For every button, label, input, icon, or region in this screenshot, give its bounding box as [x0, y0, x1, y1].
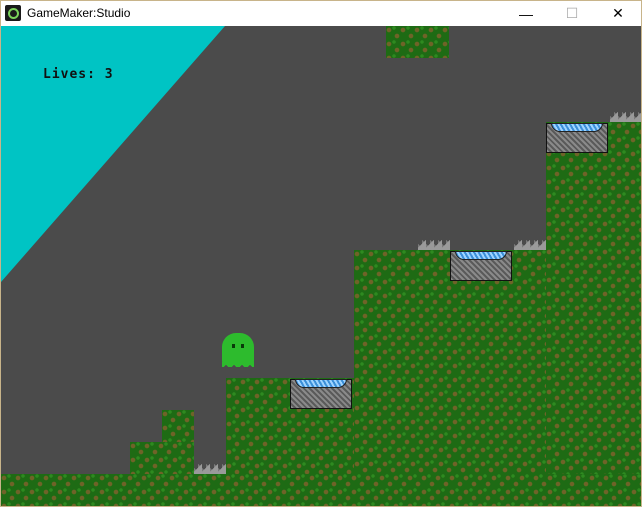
- grass-platform-top: [546, 122, 641, 474]
- grass-block-ceiling: [386, 26, 449, 58]
- maximize-icon: ☐: [565, 5, 579, 21]
- spring-trampoline: [546, 123, 608, 153]
- lives-counter: Lives: 3: [43, 67, 114, 82]
- spring-pad: [295, 379, 347, 388]
- gamemaker-logo-icon: [5, 5, 21, 21]
- spike-hazard: [194, 462, 226, 474]
- spring-pad: [551, 123, 603, 132]
- spike-hazard: [610, 110, 641, 122]
- minimize-button[interactable]: —: [503, 1, 549, 26]
- spring-trampoline: [290, 379, 352, 409]
- player-eye: [241, 344, 244, 348]
- game-canvas[interactable]: Lives: 3: [1, 26, 641, 506]
- grass-step-low: [130, 442, 194, 474]
- spring-trampoline: [450, 251, 512, 281]
- spring-pad: [455, 251, 507, 260]
- close-button[interactable]: ✕: [595, 1, 641, 26]
- player-character: [222, 333, 254, 367]
- game-window: GameMaker:Studio — ☐ ✕ Lives: 3: [0, 0, 642, 507]
- minimize-icon: —: [519, 5, 533, 22]
- spike-hazard: [418, 238, 450, 250]
- grass-platform-high: [354, 250, 548, 474]
- player-skirt: [222, 362, 254, 367]
- player-eye: [232, 344, 235, 348]
- grass-ground: [1, 474, 641, 506]
- maximize-button[interactable]: ☐: [549, 1, 595, 26]
- window-title: GameMaker:Studio: [27, 6, 131, 20]
- close-icon: ✕: [612, 5, 624, 21]
- title-bar[interactable]: GameMaker:Studio — ☐ ✕: [1, 1, 641, 26]
- grass-step-pillar: [162, 410, 194, 442]
- spike-hazard: [514, 238, 546, 250]
- sky-triangle: [1, 26, 225, 282]
